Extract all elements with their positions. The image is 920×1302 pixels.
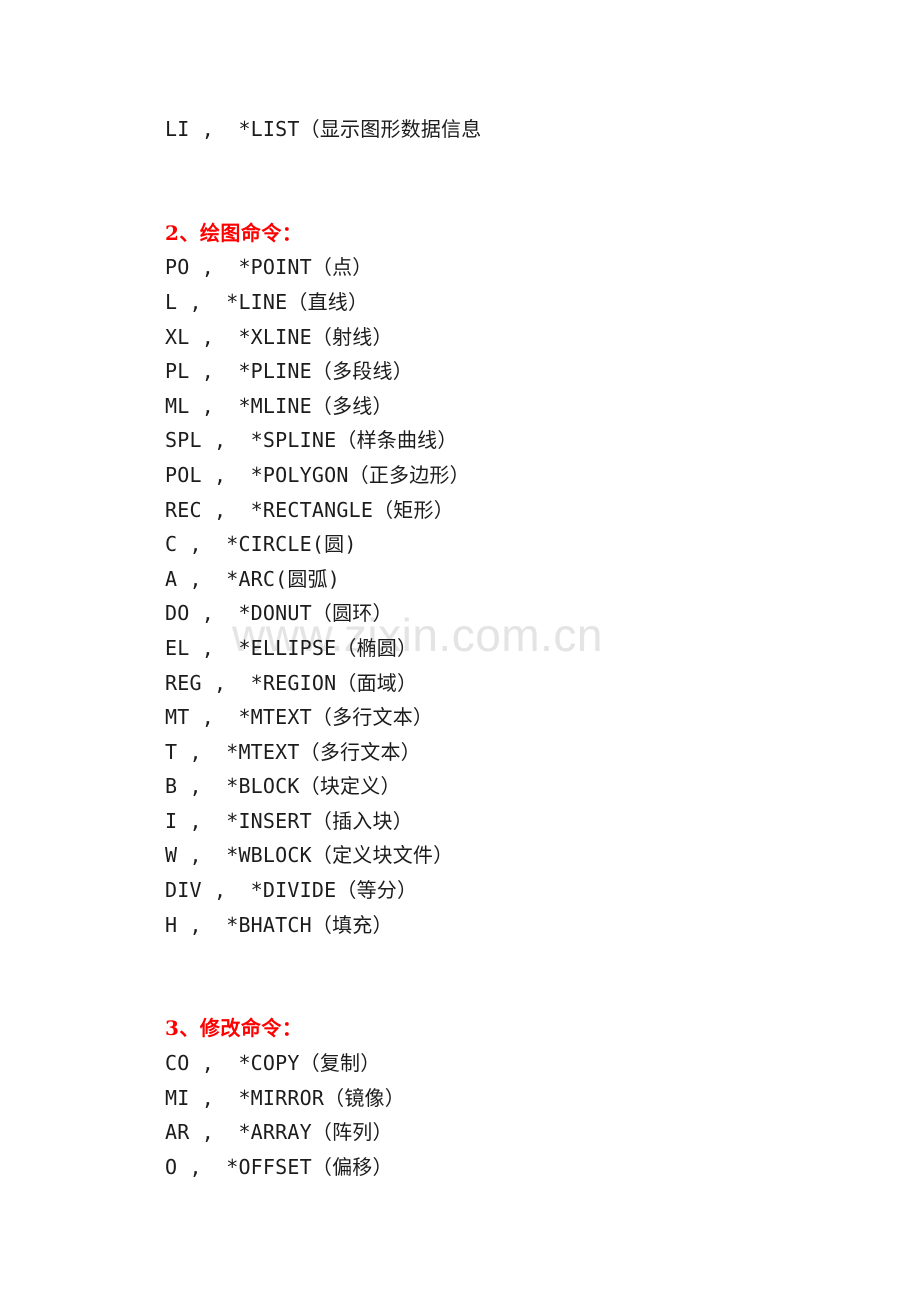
section-heading: 3、修改命令： bbox=[165, 1016, 303, 1041]
command-line: POL , *POLYGON（正多边形） bbox=[165, 462, 470, 487]
document-page: www.zixin.com.cn LI , *LIST（显示图形数据信息 2、绘图… bbox=[0, 0, 920, 1302]
command-line: AR , *ARRAY（阵列） bbox=[165, 1120, 393, 1145]
command-line: PL , *PLINE（多段线） bbox=[165, 359, 413, 384]
command-line: XL , *XLINE（射线） bbox=[165, 324, 393, 349]
command-line: MT , *MTEXT（多行文本） bbox=[165, 705, 434, 730]
command-line: B , *BLOCK（块定义） bbox=[165, 774, 401, 799]
command-line: ML , *MLINE（多线） bbox=[165, 393, 393, 418]
command-line: REG , *REGION（面域） bbox=[165, 670, 418, 695]
command-line: PO , *POINT（点） bbox=[165, 255, 373, 280]
command-line: L , *LINE（直线） bbox=[165, 289, 369, 314]
command-line: A , *ARC(圆弧) bbox=[165, 566, 341, 591]
command-line: I , *INSERT（插入块） bbox=[165, 808, 413, 833]
command-line: CO , *COPY（复制） bbox=[165, 1051, 381, 1076]
command-line: EL , *ELLIPSE（椭圆） bbox=[165, 635, 418, 660]
command-line: SPL , *SPLINE（样条曲线） bbox=[165, 428, 458, 453]
command-line: LI , *LIST（显示图形数据信息 bbox=[165, 117, 482, 141]
section-heading: 2、绘图命令： bbox=[165, 220, 303, 245]
command-line: T , *MTEXT（多行文本） bbox=[165, 739, 421, 764]
command-line: DIV , *DIVIDE（等分） bbox=[165, 878, 418, 903]
command-line: MI , *MIRROR（镜像） bbox=[165, 1085, 405, 1110]
command-line: C , *CIRCLE(圆) bbox=[165, 532, 357, 557]
command-line: REC , *RECTANGLE（矩形） bbox=[165, 497, 454, 522]
command-line: W , *WBLOCK（定义块文件） bbox=[165, 843, 454, 868]
command-line: DO , *DONUT（圆环） bbox=[165, 601, 393, 626]
document-body: LI , *LIST（显示图形数据信息 2、绘图命令： PO , *POINT（点）… bbox=[0, 0, 920, 1184]
command-line: O , *OFFSET（偏移） bbox=[165, 1154, 393, 1179]
command-line: H , *BHATCH（填充） bbox=[165, 912, 393, 937]
